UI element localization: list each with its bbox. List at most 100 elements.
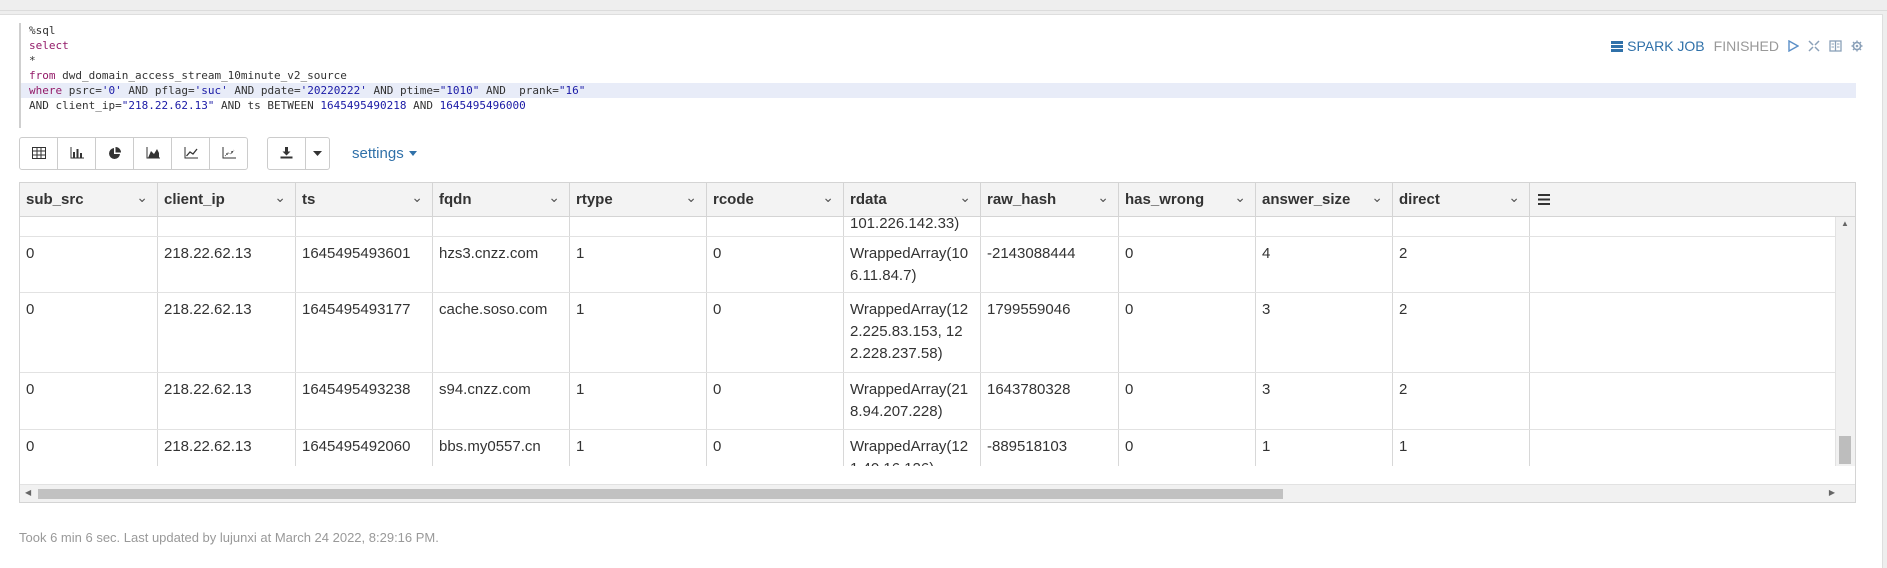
column-header-raw-hash[interactable]: raw_hash ⌄: [981, 183, 1119, 216]
horizontal-scroll-thumb[interactable]: [38, 489, 1283, 499]
column-header-rcode[interactable]: rcode ⌄: [707, 183, 844, 216]
column-header-sub-src[interactable]: sub_src ⌄: [20, 183, 158, 216]
code-line[interactable]: select: [29, 38, 69, 53]
code-token: where: [29, 84, 63, 97]
pie-chart-view-button[interactable]: [96, 137, 134, 169]
scroll-right-icon[interactable]: ▶: [1829, 488, 1835, 497]
column-menu-chevron-icon[interactable]: ⌄: [274, 183, 286, 211]
table-cell-has-wrong: 0: [1119, 430, 1256, 466]
scatter-chart-view-button[interactable]: [210, 138, 247, 169]
code-line[interactable]: AND client_ip="218.22.62.13" AND ts BETW…: [29, 98, 526, 113]
column-menu-chevron-icon[interactable]: ⌄: [822, 183, 834, 211]
table-cell-direct: 2: [1393, 373, 1530, 429]
table-row-partial[interactable]: 101.226.142.33): [20, 217, 1836, 237]
table-cell: 101.226.142.33): [844, 217, 981, 236]
table-cell-fqdn: cache.soso.com: [433, 293, 570, 372]
column-menu-chevron-icon[interactable]: ⌄: [1234, 183, 1246, 211]
run-paragraph-button[interactable]: [1788, 40, 1799, 52]
download-options-button[interactable]: [306, 138, 329, 169]
table-cell-client-ip: 218.22.62.13: [158, 430, 296, 466]
table-cell-ts: 1645495493238: [296, 373, 433, 429]
column-header-answer-size[interactable]: answer_size ⌄: [1256, 183, 1393, 216]
table-row[interactable]: 0 218.22.62.13 1645495493238 s94.cnzz.com 1 0…: [20, 373, 1836, 430]
table-cell: [433, 217, 570, 236]
table-cell-answer-size: 1: [1256, 430, 1393, 466]
table-cell-ts: 1645495492060: [296, 430, 433, 466]
vertical-scrollbar[interactable]: ▲: [1835, 217, 1855, 466]
column-menu-chevron-icon[interactable]: ⌄: [548, 183, 560, 211]
spark-job-link[interactable]: SPARK JOB: [1611, 38, 1705, 54]
table-row[interactable]: 0 218.22.62.13 1645495493601 hzs3.cnzz.com 1…: [20, 237, 1836, 293]
code-token: '20220222': [300, 84, 367, 97]
table-cell-rcode: 0: [707, 430, 844, 466]
column-header-client-ip[interactable]: client_ip ⌄: [158, 183, 296, 216]
code-token: *: [29, 54, 36, 67]
column-header-label: answer_size: [1262, 191, 1351, 208]
scroll-left-icon[interactable]: ◀: [25, 488, 31, 497]
column-menu-chevron-icon[interactable]: ⌄: [685, 183, 697, 211]
paragraph-controls: SPARK JOB FINISHED: [1611, 37, 1863, 55]
spark-job-icon: [1611, 40, 1624, 52]
table-cell-rdata: WrappedArray(106.11.84.7): [844, 237, 981, 292]
code-editor[interactable]: %sql select * from dwd_domain_access_stream…: [19, 23, 1856, 128]
grid-menu-icon[interactable]: [1530, 183, 1558, 216]
table-row[interactable]: 0 218.22.62.13 1645495493177 cache.soso.com…: [20, 293, 1836, 373]
scroll-up-icon[interactable]: ▲: [1841, 219, 1849, 228]
table-body[interactable]: 101.226.142.33) 0 218.22.62.13 164549549360…: [20, 217, 1836, 466]
column-header-direct[interactable]: direct ⌄: [1393, 183, 1530, 216]
code-line[interactable]: %sql: [29, 23, 56, 38]
settings-dropdown[interactable]: settings: [352, 145, 417, 162]
table-cell-rcode: 0: [707, 237, 844, 292]
table-view-button[interactable]: [20, 137, 58, 169]
column-header-has-wrong[interactable]: has_wrong ⌄: [1119, 183, 1256, 216]
code-token: select: [29, 39, 69, 52]
table-cell: [1393, 217, 1530, 236]
paragraph-settings-button[interactable]: [1851, 40, 1863, 52]
table-cell-client-ip: 218.22.62.13: [158, 293, 296, 372]
table-cell-raw-hash: -2143088444: [981, 237, 1119, 292]
bar-chart-view-button[interactable]: [58, 137, 96, 169]
column-header-fqdn[interactable]: fqdn ⌄: [433, 183, 570, 216]
column-menu-chevron-icon[interactable]: ⌄: [1371, 183, 1383, 211]
collapse-icon: [1808, 40, 1820, 52]
previous-paragraph-edge: [0, 0, 1887, 11]
download-button[interactable]: [268, 137, 306, 169]
table-cell-rdata: WrappedArray(121.40.16.126): [844, 430, 981, 466]
caret-down-icon: [408, 150, 417, 156]
code-line[interactable]: where psrc='0' AND pflag='suc' AND pdate…: [21, 83, 1856, 98]
column-header-rtype[interactable]: rtype ⌄: [570, 183, 707, 216]
code-line[interactable]: *: [29, 53, 36, 68]
vertical-scroll-thumb[interactable]: [1839, 436, 1851, 464]
area-chart-view-button[interactable]: [134, 137, 172, 169]
column-header-label: direct: [1399, 191, 1440, 208]
column-menu-chevron-icon[interactable]: ⌄: [136, 183, 148, 211]
horizontal-scrollbar[interactable]: ◀ ▶: [20, 484, 1855, 502]
column-menu-chevron-icon[interactable]: ⌄: [959, 183, 971, 211]
column-header-rdata[interactable]: rdata ⌄: [844, 183, 981, 216]
column-header-ts[interactable]: ts ⌄: [296, 183, 433, 216]
column-menu-chevron-icon[interactable]: ⌄: [1097, 183, 1109, 211]
area-chart-icon: [146, 147, 160, 159]
table-cell-sub-src: 0: [20, 237, 158, 292]
line-chart-view-button[interactable]: [172, 137, 210, 169]
column-menu-chevron-icon[interactable]: ⌄: [1508, 183, 1520, 211]
table-row[interactable]: 0 218.22.62.13 1645495492060 bbs.my0557.cn 1…: [20, 430, 1836, 466]
hide-editor-button[interactable]: [1808, 40, 1820, 52]
column-menu-chevron-icon[interactable]: ⌄: [411, 183, 423, 211]
hide-output-button[interactable]: [1829, 40, 1842, 52]
column-header-label: fqdn: [439, 191, 472, 208]
table-cell-rcode: 0: [707, 293, 844, 372]
table-cell-ts: 1645495493177: [296, 293, 433, 372]
code-token: 'suc': [194, 84, 228, 97]
code-token: AND client_ip=: [29, 99, 122, 112]
code-line[interactable]: from dwd_domain_access_stream_10minute_v…: [29, 68, 347, 83]
paragraph-footer: Took 6 min 6 sec. Last updated by lujunx…: [19, 530, 439, 545]
table-cell-answer-size: 3: [1256, 373, 1393, 429]
table-cell: [296, 217, 433, 236]
table-cell-rtype: 1: [570, 430, 707, 466]
code-token: AND ts BETWEEN: [214, 99, 321, 112]
code-token: AND pdate=: [227, 84, 301, 97]
visualization-toolbar: settings: [19, 136, 417, 170]
table-cell-answer-size: 3: [1256, 293, 1393, 372]
code-token: 1645495496000: [439, 99, 526, 112]
